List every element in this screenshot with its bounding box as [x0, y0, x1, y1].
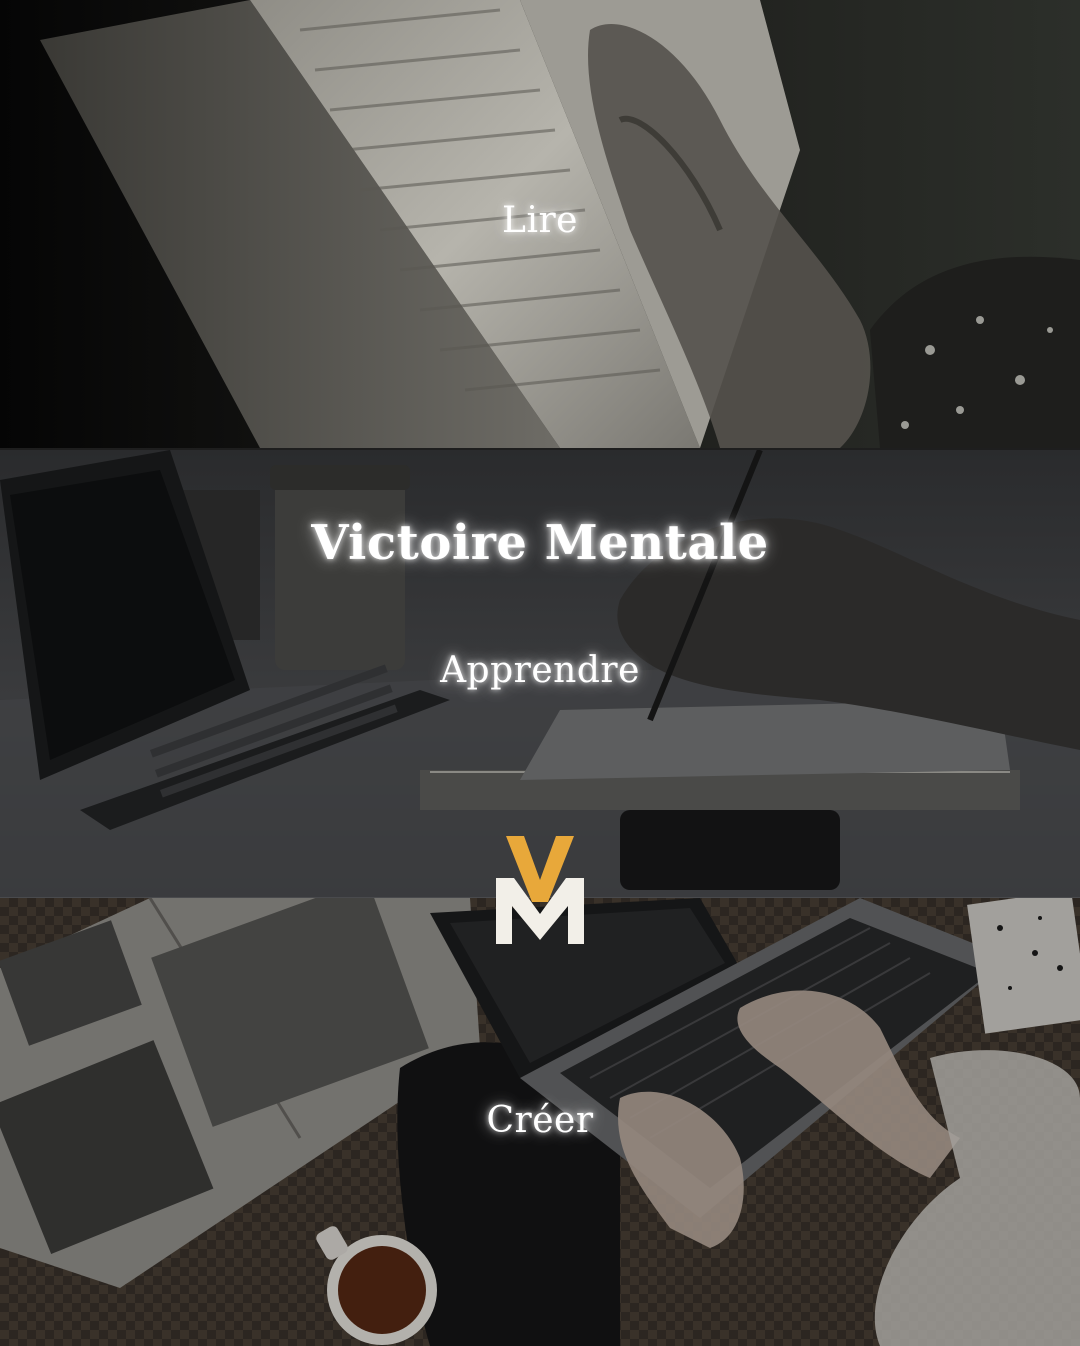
panel-creating: Créer	[0, 898, 1080, 1346]
brand-title: Victoire Mentale	[311, 515, 769, 571]
panel-reading: Lire	[0, 0, 1080, 448]
panel-label-read: Lire	[502, 200, 578, 241]
panel-label-create: Créer	[486, 1100, 594, 1141]
poster: Lire Victoire Mentale Apprendre Créer	[0, 0, 1080, 1346]
vm-monogram-logo-icon	[496, 836, 584, 944]
panel-label-learn: Apprendre	[440, 650, 640, 691]
panel-learning: Victoire Mentale Apprendre	[0, 450, 1080, 898]
